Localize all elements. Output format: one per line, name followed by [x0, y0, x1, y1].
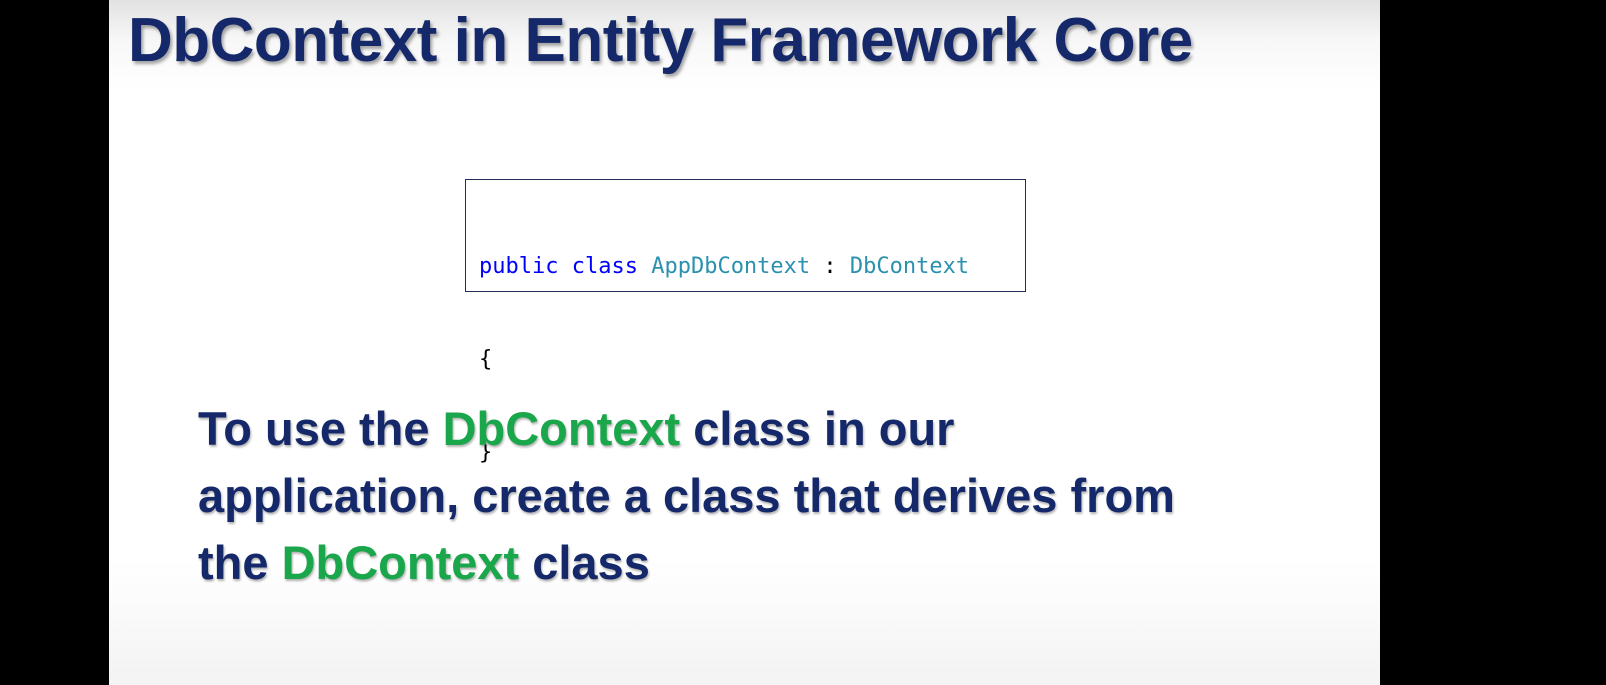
- body-highlight-dbcontext: DbContext: [442, 402, 681, 455]
- code-base-class: DbContext: [849, 254, 970, 279]
- code-snippet-box: public class AppDbContext : DbContext { …: [465, 179, 1026, 465]
- code-line-open-brace: {: [479, 347, 493, 372]
- body-text-segment: the: [198, 536, 282, 589]
- body-line-2: application, create a class that derives…: [198, 469, 1175, 522]
- presentation-slide: DbContext in Entity Framework Core publi…: [109, 0, 1380, 685]
- body-text-segment: To use the: [198, 402, 443, 455]
- body-highlight-dbcontext: DbContext: [281, 536, 520, 589]
- body-text-segment: class: [519, 536, 650, 589]
- slide-title: DbContext in Entity Framework Core: [128, 6, 1193, 75]
- video-frame: DbContext in Entity Framework Core publi…: [0, 0, 1606, 685]
- code-keyword-public: public: [479, 254, 559, 279]
- body-line-1: To use the DbContext class in our: [198, 395, 1328, 462]
- code-line-class-declaration: public class AppDbContext : DbContext: [479, 251, 1025, 282]
- code-class-name: AppDbContext: [651, 254, 811, 279]
- slide-body-text: To use the DbContext class in our applic…: [198, 395, 1328, 596]
- body-line-3: the DbContext class: [198, 529, 1328, 596]
- body-text-segment: class in our: [680, 402, 955, 455]
- code-colon: :: [823, 254, 837, 279]
- code-keyword-class: class: [571, 254, 638, 279]
